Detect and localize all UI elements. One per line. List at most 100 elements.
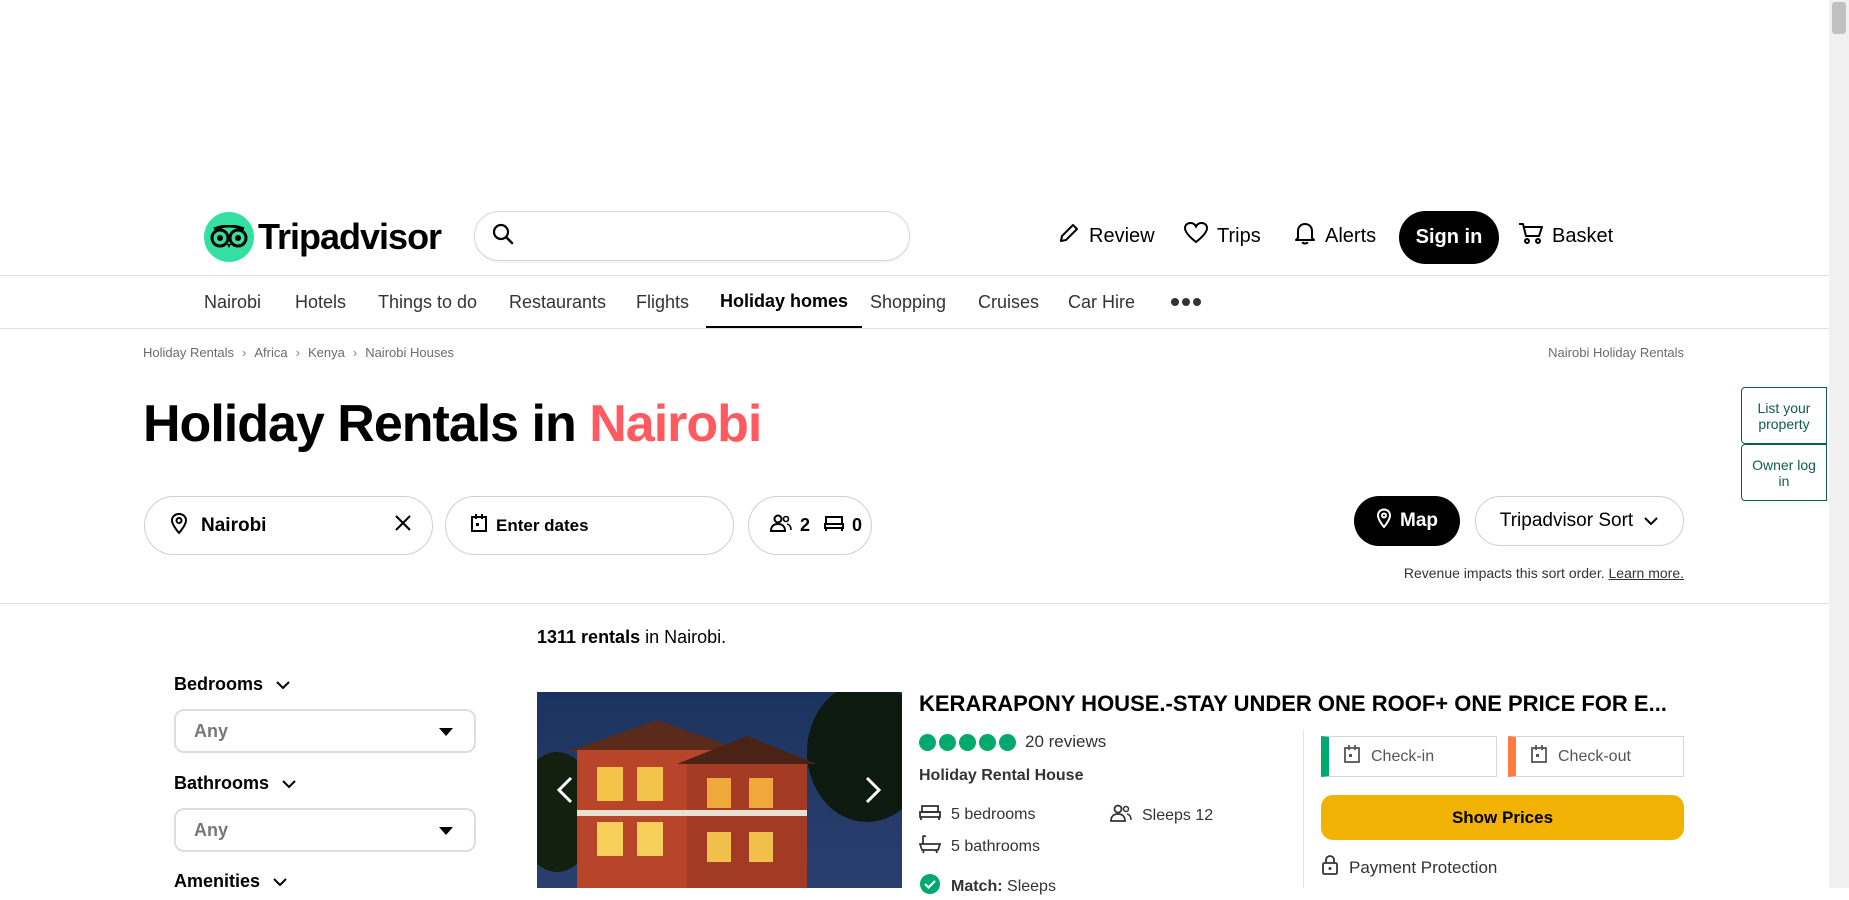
title-city: Nairobi bbox=[589, 395, 762, 453]
rating-bubble-icon bbox=[959, 733, 976, 751]
breadcrumb-item[interactable]: Nairobi Houses bbox=[365, 345, 454, 360]
sign-in-button[interactable]: Sign in bbox=[1399, 211, 1499, 264]
photo-next-arrow-icon[interactable] bbox=[855, 772, 891, 808]
results-count: 1311 rentals in Nairobi. bbox=[537, 627, 726, 648]
bed-icon bbox=[824, 514, 845, 537]
results-count-value: 1311 rentals bbox=[537, 627, 641, 647]
search-box[interactable] bbox=[474, 211, 910, 261]
page-scrollbar[interactable] bbox=[1829, 0, 1849, 888]
tab-hotels[interactable]: Hotels bbox=[281, 276, 360, 328]
search-icon bbox=[491, 222, 515, 251]
chevron-right-icon: › bbox=[242, 345, 247, 360]
tab-shopping[interactable]: Shopping bbox=[856, 276, 960, 328]
bathrooms-count: 5 bathrooms bbox=[951, 837, 1040, 855]
payment-protection-label: Payment Protection bbox=[1349, 857, 1498, 877]
breadcrumb-item[interactable]: Holiday Rentals bbox=[143, 345, 234, 360]
calendar-icon bbox=[1343, 744, 1361, 769]
bathrooms-select[interactable]: Any bbox=[174, 808, 476, 852]
amenities-filter-label: Amenities bbox=[174, 871, 261, 891]
guests-count: 2 bbox=[800, 515, 811, 535]
chevron-right-icon: › bbox=[352, 345, 358, 360]
check-in-label: Check-in bbox=[1371, 747, 1435, 765]
calendar-icon bbox=[1530, 744, 1548, 769]
cart-icon bbox=[1518, 221, 1544, 251]
bathrooms-select-value: Any bbox=[194, 819, 229, 840]
guests-icon bbox=[769, 513, 792, 538]
clear-icon[interactable] bbox=[394, 514, 412, 537]
check-out-field[interactable]: Check-out bbox=[1508, 736, 1684, 777]
payment-protection: Payment Protection bbox=[1321, 855, 1497, 880]
chevron-right-icon: › bbox=[295, 345, 300, 360]
caret-down-icon bbox=[438, 820, 454, 841]
bedrooms-select[interactable]: Any bbox=[174, 709, 476, 753]
tab-holiday-homes[interactable]: Holiday homes bbox=[706, 276, 863, 328]
show-prices-button[interactable]: Show Prices bbox=[1321, 795, 1684, 840]
map-button[interactable]: Map bbox=[1354, 496, 1460, 546]
reviews-link[interactable]: 20 reviews bbox=[1025, 732, 1106, 752]
rating-bubble-icon bbox=[939, 733, 956, 751]
guests-rooms-field[interactable]: 2 0 bbox=[748, 496, 872, 555]
rating-bubbles: 20 reviews bbox=[919, 732, 1106, 752]
alerts-button[interactable]: Alerts bbox=[1293, 211, 1376, 261]
map-pin-icon bbox=[1376, 508, 1392, 534]
house-photo-image bbox=[537, 692, 902, 888]
bell-icon bbox=[1293, 220, 1317, 252]
bedrooms-count: 5 bedrooms bbox=[951, 805, 1036, 823]
breadcrumb: Holiday Rentals › Africa › Kenya › Nairo… bbox=[143, 345, 454, 360]
tab-nairobi[interactable]: Nairobi bbox=[190, 276, 275, 328]
revenue-note: Revenue impacts this sort order. Learn m… bbox=[1300, 565, 1684, 581]
chevron-down-icon bbox=[275, 674, 291, 695]
owner-login-button[interactable]: Owner log in bbox=[1741, 444, 1827, 501]
tab-things-to-do[interactable]: Things to do bbox=[364, 276, 491, 328]
bedrooms-filter-toggle[interactable]: Bedrooms bbox=[174, 674, 291, 695]
bedrooms-filter-label: Bedrooms bbox=[174, 674, 264, 694]
match-value: Sleeps bbox=[1007, 877, 1056, 895]
sleeps-count: Sleeps 12 bbox=[1142, 806, 1214, 824]
location-value: Nairobi bbox=[201, 514, 267, 536]
breadcrumb-item[interactable]: Africa bbox=[254, 345, 287, 360]
check-out-label: Check-out bbox=[1558, 747, 1631, 765]
trips-label: Trips bbox=[1217, 224, 1261, 247]
location-field[interactable]: Nairobi bbox=[144, 496, 433, 555]
trips-button[interactable]: Trips bbox=[1183, 211, 1261, 261]
tab-cruises[interactable]: Cruises bbox=[964, 276, 1053, 328]
section-divider bbox=[0, 603, 1829, 604]
chevron-down-icon bbox=[272, 871, 288, 892]
bathrooms-filter-toggle[interactable]: Bathrooms bbox=[174, 773, 297, 794]
basket-button[interactable]: Basket bbox=[1518, 211, 1613, 261]
title-prefix: Holiday Rentals in bbox=[143, 395, 590, 453]
list-property-button[interactable]: List your property bbox=[1741, 387, 1827, 444]
sleeps-feature: Sleeps 12 bbox=[1110, 803, 1213, 828]
basket-label: Basket bbox=[1552, 224, 1614, 247]
amenities-filter-toggle[interactable]: Amenities bbox=[174, 871, 288, 892]
dates-field[interactable]: Enter dates bbox=[445, 496, 734, 555]
revenue-text: Revenue impacts this sort order. bbox=[1403, 565, 1605, 581]
learn-more-link[interactable]: Learn more. bbox=[1609, 565, 1684, 581]
search-input[interactable] bbox=[525, 224, 909, 248]
breadcrumb-right-link[interactable]: Nairobi Holiday Rentals bbox=[1548, 345, 1684, 360]
caret-down-icon bbox=[438, 721, 454, 742]
pencil-icon bbox=[1057, 221, 1081, 251]
chevron-down-icon bbox=[281, 773, 297, 794]
bathrooms-filter-label: Bathrooms bbox=[174, 773, 270, 793]
check-in-field[interactable]: Check-in bbox=[1321, 736, 1497, 777]
photo-prev-arrow-icon[interactable] bbox=[547, 772, 583, 808]
tripadvisor-logo[interactable]: Tripadvisor bbox=[204, 212, 442, 262]
tab-flights[interactable]: Flights bbox=[622, 276, 703, 328]
sort-label: Tripadvisor Sort bbox=[1499, 510, 1634, 531]
logo-text: Tripadvisor bbox=[258, 216, 442, 257]
heart-icon bbox=[1183, 221, 1209, 251]
page-title: Holiday Rentals in Nairobi bbox=[143, 394, 762, 454]
more-icon[interactable] bbox=[1156, 276, 1216, 328]
breadcrumb-item[interactable]: Kenya bbox=[308, 345, 345, 360]
scrollbar-thumb[interactable] bbox=[1832, 2, 1846, 34]
listing-photo[interactable] bbox=[537, 692, 902, 888]
listing-title[interactable]: KERARAPONY HOUSE.-STAY UNDER ONE ROOF+ O… bbox=[919, 691, 1679, 717]
tab-restaurants[interactable]: Restaurants bbox=[495, 276, 620, 328]
sort-dropdown[interactable]: Tripadvisor Sort bbox=[1475, 496, 1684, 546]
tab-car-hire[interactable]: Car Hire bbox=[1054, 276, 1149, 328]
alerts-label: Alerts bbox=[1325, 224, 1377, 247]
rating-bubble-icon bbox=[999, 733, 1016, 751]
review-button[interactable]: Review bbox=[1057, 211, 1155, 261]
results-count-suffix: in Nairobi. bbox=[640, 627, 727, 647]
